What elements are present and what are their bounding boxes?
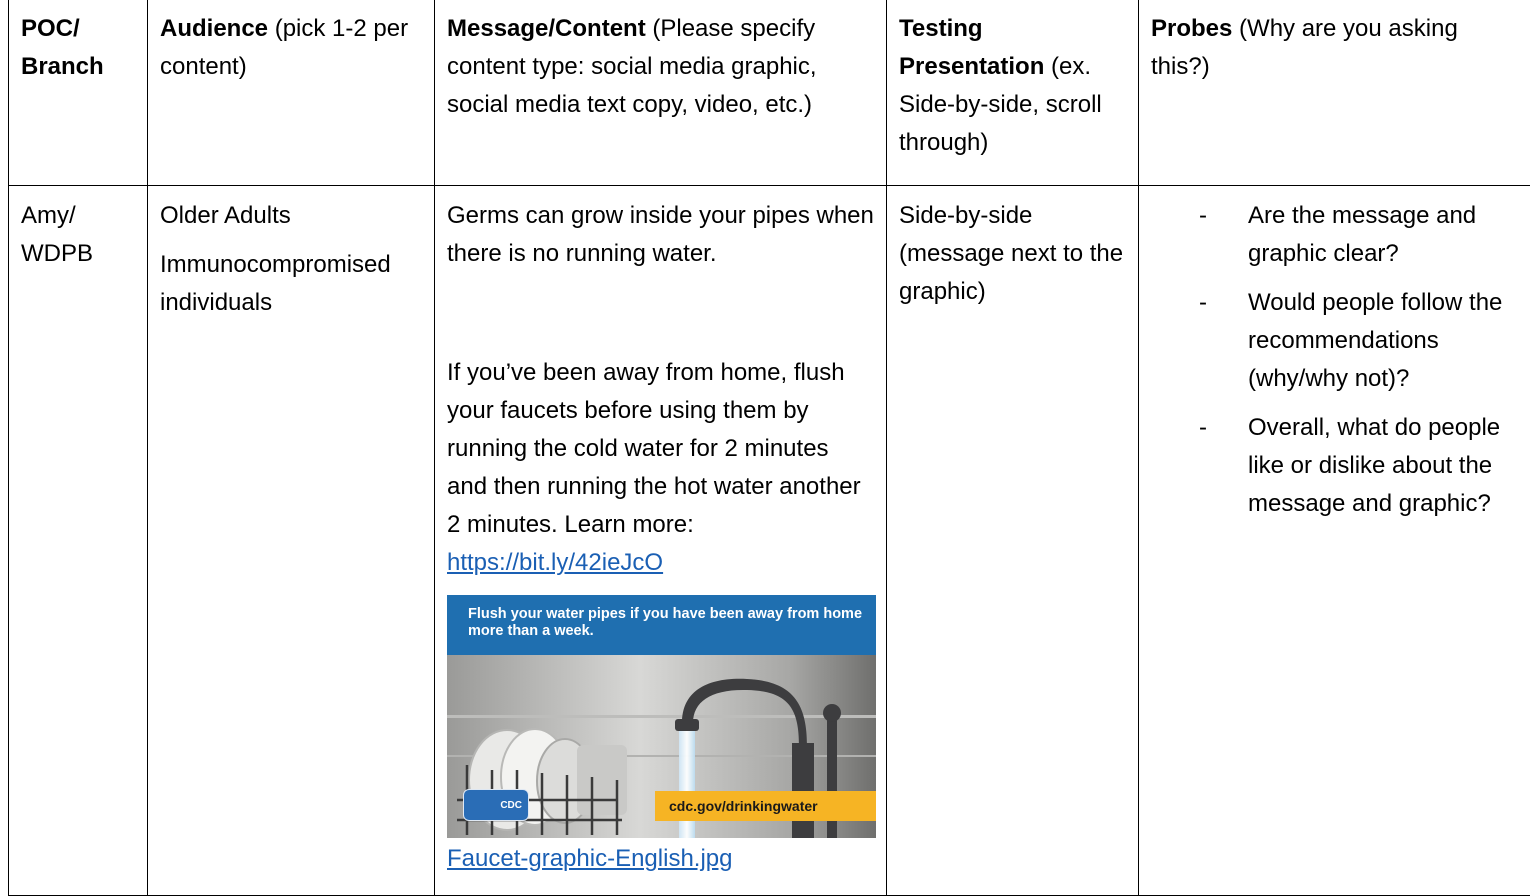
probe-dash: - <box>1199 409 1207 447</box>
list-item: - Would people follow the recommendations… <box>1151 284 1518 398</box>
probe-text: Overall, what do people like or dislike … <box>1248 414 1500 517</box>
faucet-graphic: Flush your water pipes if you have been … <box>447 595 876 838</box>
header-probes: Probes (Why are you asking this?) <box>1139 0 1530 186</box>
message-paragraph-1: Germs can grow inside your pipes when th… <box>447 197 874 273</box>
header-row: POC/ Branch Audience (pick 1-2 per conte… <box>9 0 1530 186</box>
probe-dash: - <box>1199 284 1207 322</box>
message-paragraph-2: If you’ve been away from home, flush you… <box>447 354 874 582</box>
probe-dash: - <box>1199 197 1207 235</box>
cell-message: Germs can grow inside your pipes when th… <box>435 186 887 896</box>
table-row: Amy/ WDPB Older Adults Immunocompromised… <box>9 186 1530 896</box>
header-probes-label: Probes <box>1151 15 1232 42</box>
cdc-logo: CDC <box>463 789 529 821</box>
header-audience-label: Audience <box>160 15 268 42</box>
cell-testing: Side-by-side (message next to the graphi… <box>887 186 1139 896</box>
probe-text: Would people follow the recommendations … <box>1248 289 1502 392</box>
header-message-label: Message/Content <box>447 15 646 42</box>
probe-text: Are the message and graphic clear? <box>1248 202 1476 267</box>
learn-more-link[interactable]: https://bit.ly/42ieJcO <box>447 549 663 576</box>
cell-audience: Older Adults Immunocompromised individua… <box>148 186 435 896</box>
header-message: Message/Content (Please specify content … <box>435 0 887 186</box>
list-item: - Are the message and graphic clear? <box>1151 197 1518 273</box>
file-link-wrap: Faucet-graphic-English.jpg <box>447 840 874 878</box>
header-poc: POC/ Branch <box>9 0 148 186</box>
cell-probes: - Are the message and graphic clear? - Wou… <box>1139 186 1530 896</box>
message-paragraph-2-text: If you’ve been away from home, flush you… <box>447 359 861 538</box>
cell-poc: Amy/ WDPB <box>9 186 148 896</box>
graphic-file-link[interactable]: Faucet-graphic-English.jpg <box>447 845 732 872</box>
header-testing-label: Testing Presentation <box>899 15 1044 80</box>
header-audience: Audience (pick 1-2 per content) <box>148 0 435 186</box>
audience-item: Older Adults <box>160 197 422 235</box>
cdc-logo-text: CDC <box>500 800 522 811</box>
testing-value: Side-by-side (message next to the graphi… <box>899 202 1123 305</box>
header-testing: Testing Presentation (ex. Side-by-side, … <box>887 0 1139 186</box>
poc-value: Amy/ WDPB <box>21 202 93 267</box>
probe-list: - Are the message and graphic clear? - Wou… <box>1151 197 1518 523</box>
content-table: POC/ Branch Audience (pick 1-2 per conte… <box>8 0 1530 896</box>
graphic-footer-text: cdc.gov/drinkingwater <box>655 791 876 821</box>
list-item: - Overall, what do people like or dislike… <box>1151 409 1518 523</box>
graphic-banner-text: Flush your water pipes if you have been … <box>447 595 876 655</box>
header-poc-label: POC/ Branch <box>21 15 104 80</box>
audience-item: Immunocompromised individuals <box>160 246 422 322</box>
